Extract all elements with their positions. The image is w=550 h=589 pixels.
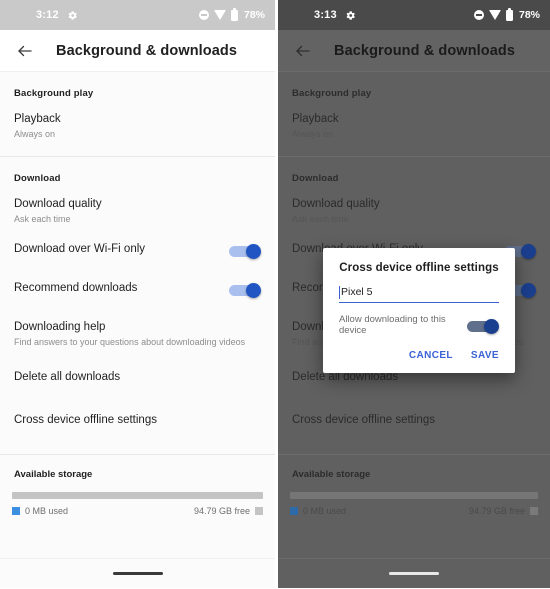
allow-downloading-label: Allow downloading to this device (339, 314, 446, 336)
setting-title: Playback (292, 113, 339, 125)
storage-used-label: 0 MB used (303, 506, 347, 516)
device-name-value[interactable]: Pixel 5 (339, 286, 499, 299)
phone-panel-right: 3:13 78% Background & downloads Backgrou… (275, 0, 550, 589)
screenshot-stage: 3:12 78% Background & downloads Backgrou… (0, 0, 550, 589)
status-bar: 3:12 78% (0, 0, 275, 30)
status-bar: 3:13 78% (278, 0, 550, 30)
storage-progress-bar (12, 492, 263, 499)
section-header-download: Download (14, 173, 61, 184)
toggle-knob (246, 283, 261, 298)
dialog-actions: CANCEL SAVE (339, 350, 499, 365)
storage-used-label: 0 MB used (25, 506, 69, 516)
system-navigation-bar (0, 558, 275, 588)
toggle-knob (521, 244, 536, 259)
legend-swatch-used (12, 507, 20, 515)
storage-legend: 0 MB used 94.79 GB free (278, 499, 550, 516)
device-name-field[interactable]: Pixel 5 (339, 286, 499, 303)
back-arrow-icon[interactable] (14, 40, 36, 62)
setting-row-cross-device[interactable]: Cross device offline settings (278, 395, 550, 438)
setting-subtitle: Always on (292, 129, 334, 139)
toggle-wifi-only[interactable] (229, 244, 261, 259)
setting-title: Recommend downloads (14, 282, 138, 294)
setting-title: Playback (14, 113, 61, 125)
dnd-icon (198, 10, 209, 20)
setting-row-playback[interactable]: Playback Always on (0, 99, 275, 144)
app-bar: Background & downloads (0, 30, 275, 72)
gear-icon (67, 10, 78, 21)
dnd-icon (473, 10, 484, 20)
battery-icon (505, 7, 513, 21)
page-title: Background & downloads (334, 42, 516, 59)
section-header-background-play: Background play (14, 88, 94, 99)
setting-row-downloading-help[interactable]: Downloading help Find answers to your qu… (0, 307, 275, 352)
settings-content: Background play Playback Always on Downl… (0, 72, 275, 588)
cross-device-offline-settings-dialog: Cross device offline settings Pixel 5 Al… (323, 248, 515, 373)
phone-panel-left: 3:12 78% Background & downloads Backgrou… (0, 0, 275, 589)
dialog-title: Cross device offline settings (339, 262, 499, 274)
storage-free-label: 94.79 GB free (468, 506, 525, 516)
section-header-available-storage: Available storage (292, 469, 371, 480)
setting-subtitle: Always on (14, 129, 56, 139)
status-bar-clock: 3:13 (314, 9, 337, 21)
text-cursor (339, 286, 341, 299)
setting-row-recommend-downloads[interactable]: Recommend downloads (0, 268, 275, 307)
battery-icon (230, 7, 238, 21)
page-title: Background & downloads (56, 42, 238, 59)
app-bar: Background & downloads (278, 30, 550, 72)
battery-percent: 78% (518, 9, 540, 21)
setting-row-cross-device[interactable]: Cross device offline settings (0, 395, 275, 438)
toggle-knob (521, 283, 536, 298)
setting-row-wifi-only[interactable]: Download over Wi-Fi only (0, 229, 275, 268)
storage-progress-bar (290, 492, 538, 499)
setting-row-delete-all-downloads[interactable]: Delete all downloads (0, 352, 275, 395)
legend-swatch-free (530, 507, 538, 515)
system-navigation-bar (278, 558, 550, 588)
wifi-icon (488, 10, 501, 20)
toggle-allow-downloading[interactable] (467, 319, 499, 334)
setting-subtitle: Ask each time (14, 214, 71, 224)
setting-title: Downloading help (14, 321, 106, 333)
legend-swatch-free (255, 507, 263, 515)
section-header-download: Download (292, 173, 339, 184)
storage-free-label: 94.79 GB free (193, 506, 250, 516)
setting-row-download-quality[interactable]: Download quality Ask each time (0, 184, 275, 229)
allow-downloading-row[interactable]: Allow downloading to this device (339, 314, 499, 336)
wifi-icon (213, 10, 226, 20)
gear-icon (345, 10, 356, 21)
home-handle[interactable] (112, 572, 163, 575)
section-header-background-play: Background play (292, 88, 372, 99)
setting-title: Download quality (292, 198, 380, 210)
toggle-recommend-downloads[interactable] (229, 283, 261, 298)
setting-title: Download quality (14, 198, 102, 210)
toggle-knob (246, 244, 261, 259)
setting-title: Delete all downloads (14, 371, 121, 383)
setting-row-playback[interactable]: Playback Always on (278, 99, 550, 144)
battery-percent: 78% (243, 9, 265, 21)
home-handle[interactable] (389, 572, 439, 575)
cancel-button[interactable]: CANCEL (409, 350, 453, 361)
legend-swatch-used (290, 507, 298, 515)
setting-row-download-quality[interactable]: Download quality Ask each time (278, 184, 550, 229)
status-bar-clock: 3:12 (36, 9, 59, 21)
section-header-available-storage: Available storage (14, 469, 93, 480)
status-bar-icons: 78% (198, 7, 265, 21)
status-bar-icons: 78% (473, 7, 540, 21)
setting-subtitle: Ask each time (292, 214, 349, 224)
setting-subtitle: Find answers to your questions about dow… (14, 337, 246, 347)
toggle-knob (484, 319, 499, 334)
save-button[interactable]: SAVE (471, 350, 499, 361)
setting-title: Cross device offline settings (14, 414, 157, 426)
storage-legend: 0 MB used 94.79 GB free (0, 499, 275, 516)
setting-title: Download over Wi-Fi only (14, 243, 146, 255)
setting-title: Cross device offline settings (292, 414, 435, 426)
back-arrow-icon[interactable] (292, 40, 314, 62)
